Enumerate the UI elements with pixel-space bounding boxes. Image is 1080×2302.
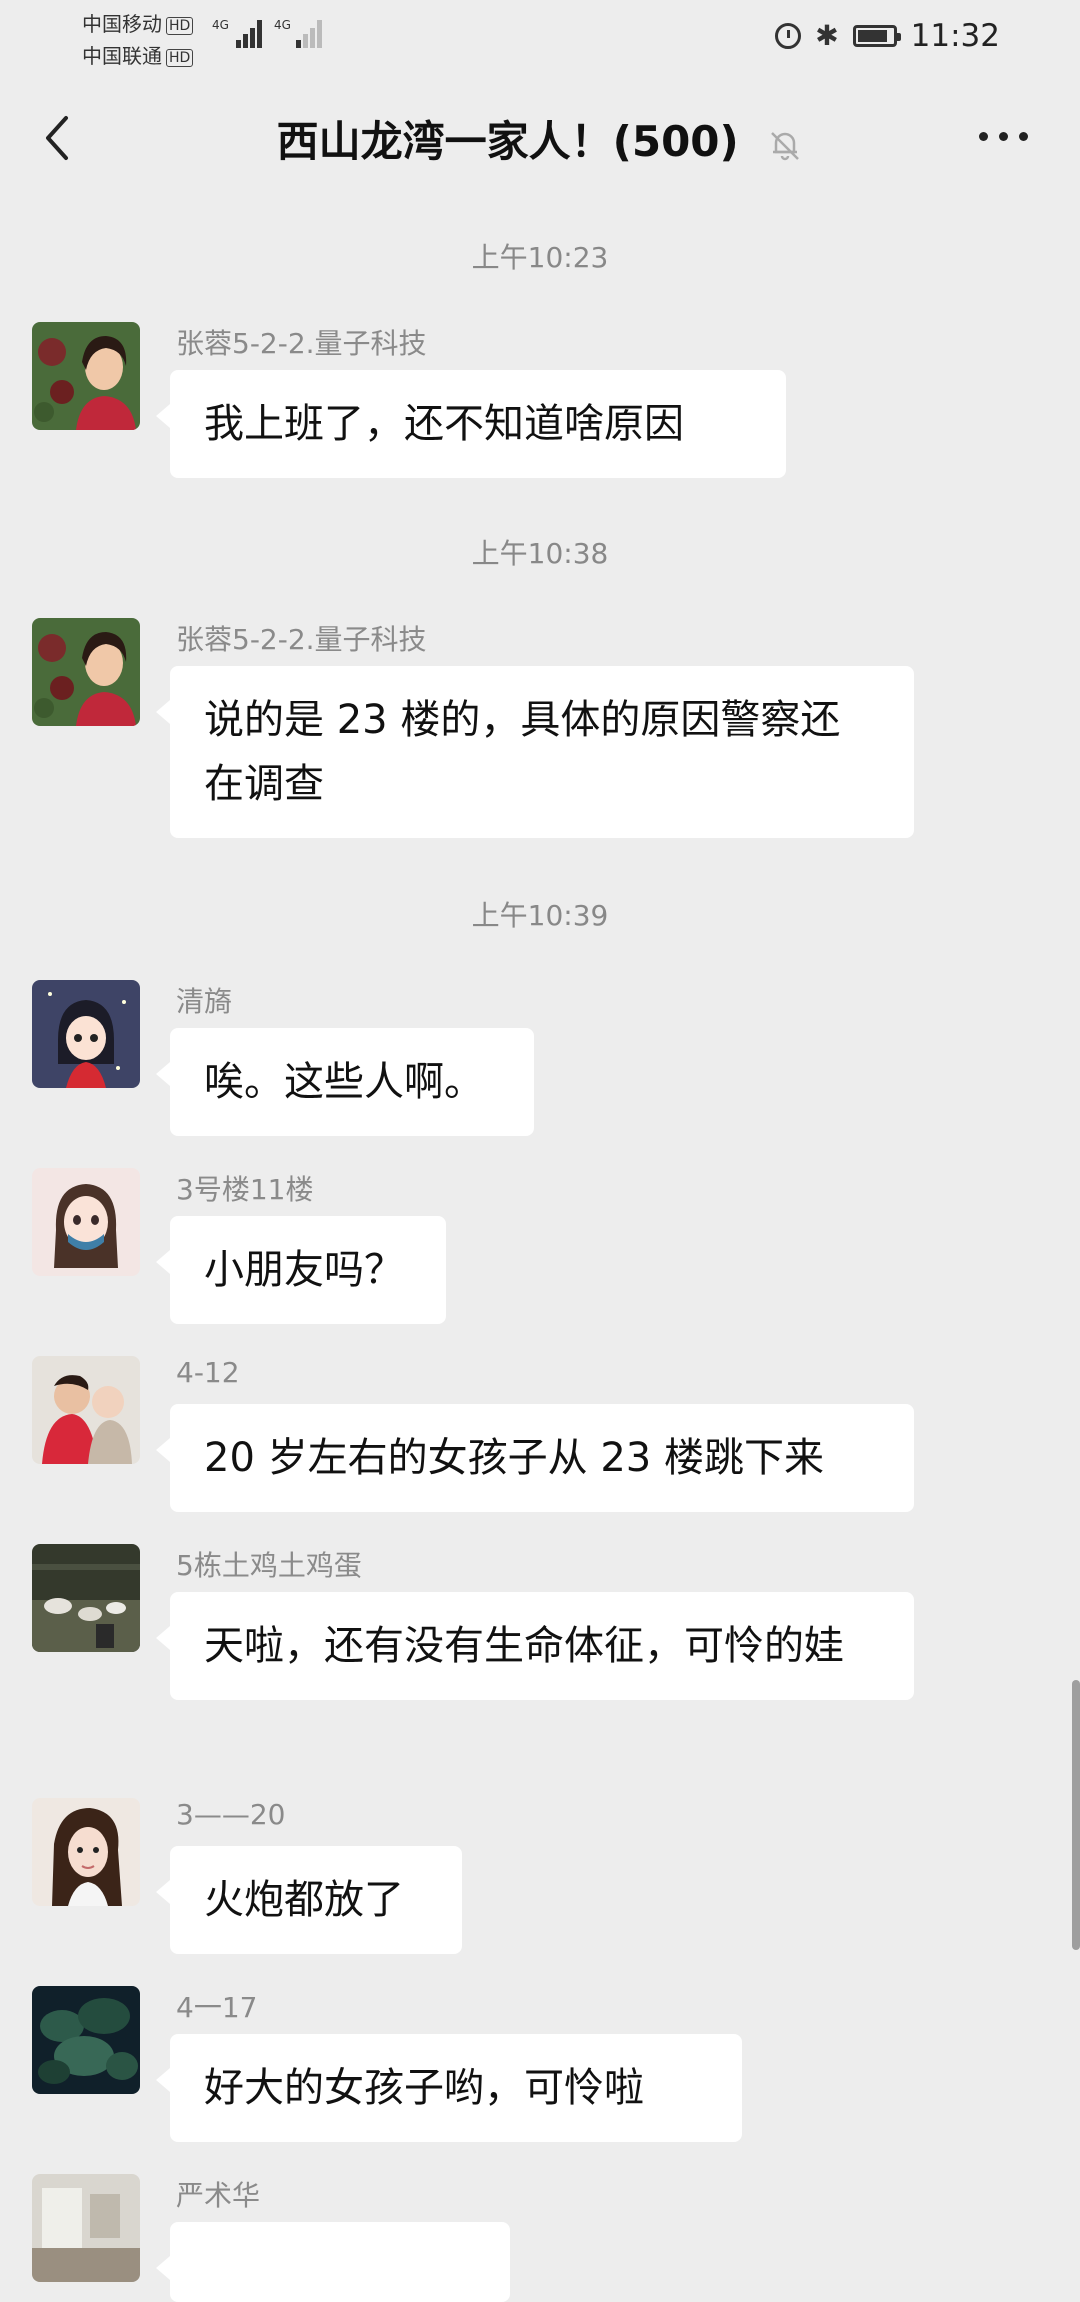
status-time: 11:32 <box>910 18 1000 54</box>
sender-name: 3号楼11楼 <box>176 1173 314 1206</box>
timestamp: 上午10:23 <box>471 241 609 274</box>
hd-badge: HD <box>166 16 194 35</box>
message-bubble[interactable]: 好大的女孩子哟，可怜啦 <box>156 2034 742 2142</box>
sender-name: 4一17 <box>176 1991 258 2024</box>
group-title: 西山龙湾一家人！(500) <box>0 108 1080 169</box>
more-horizontal-icon[interactable] <box>979 132 1028 141</box>
message-bubble[interactable]: 天啦，还有没有生命体征，可怜的娃 <box>156 1592 914 1700</box>
timestamp: 上午10:38 <box>471 537 609 570</box>
message-bubble[interactable]: 20 岁左右的女孩子从 23 楼跳下来 <box>156 1404 914 1512</box>
avatar[interactable] <box>32 322 140 430</box>
chat-header: 西山龙湾一家人！(500) <box>0 72 1080 202</box>
hd-badge: HD <box>166 48 194 67</box>
bell-muted-icon <box>771 131 800 160</box>
status-bar: 中国移动 HD 中国联通 HD 4G 4G ✱ 11:32 <box>0 0 1080 72</box>
avatar[interactable] <box>32 1168 140 1276</box>
message-bubble[interactable]: 唉。这些人啊。 <box>156 1028 534 1136</box>
group-name: 西山龙湾一家人！(500) <box>276 117 739 166</box>
carrier-1: 中国移动 HD <box>82 8 194 37</box>
sender-name: 严术华 <box>176 2179 261 2212</box>
carrier-2: 中国联通 HD <box>82 40 194 69</box>
bluetooth-icon: ✱ <box>815 19 839 52</box>
avatar[interactable] <box>32 980 140 1088</box>
avatar[interactable] <box>32 1356 140 1464</box>
sender-name: 4-12 <box>176 1356 240 1389</box>
avatar[interactable] <box>32 2174 140 2282</box>
message-bubble[interactable] <box>156 2222 510 2302</box>
avatar[interactable] <box>32 1798 140 1906</box>
avatar[interactable] <box>32 1986 140 2094</box>
message-bubble[interactable]: 火炮都放了 <box>156 1846 462 1954</box>
message-bubble[interactable]: 说的是 23 楼的，具体的原因警察还在调查 <box>156 666 914 838</box>
sender-name: 张蓉5-2-2.量子科技 <box>176 623 427 656</box>
scrollbar[interactable] <box>1072 1680 1080 1950</box>
message-bubble[interactable]: 我上班了，还不知道啥原因 <box>156 370 786 478</box>
sender-name: 张蓉5-2-2.量子科技 <box>176 327 427 360</box>
alarm-clock-icon <box>775 23 802 49</box>
battery-icon <box>852 25 901 47</box>
sender-name: 3——20 <box>176 1798 286 1831</box>
timestamp: 上午10:39 <box>471 899 609 932</box>
avatar[interactable] <box>32 618 140 726</box>
sender-name: 5栋土鸡土鸡蛋 <box>176 1549 362 1582</box>
message-bubble[interactable]: 小朋友吗？ <box>156 1216 446 1324</box>
sender-name: 清旖 <box>176 985 233 1018</box>
avatar[interactable] <box>32 1544 140 1652</box>
